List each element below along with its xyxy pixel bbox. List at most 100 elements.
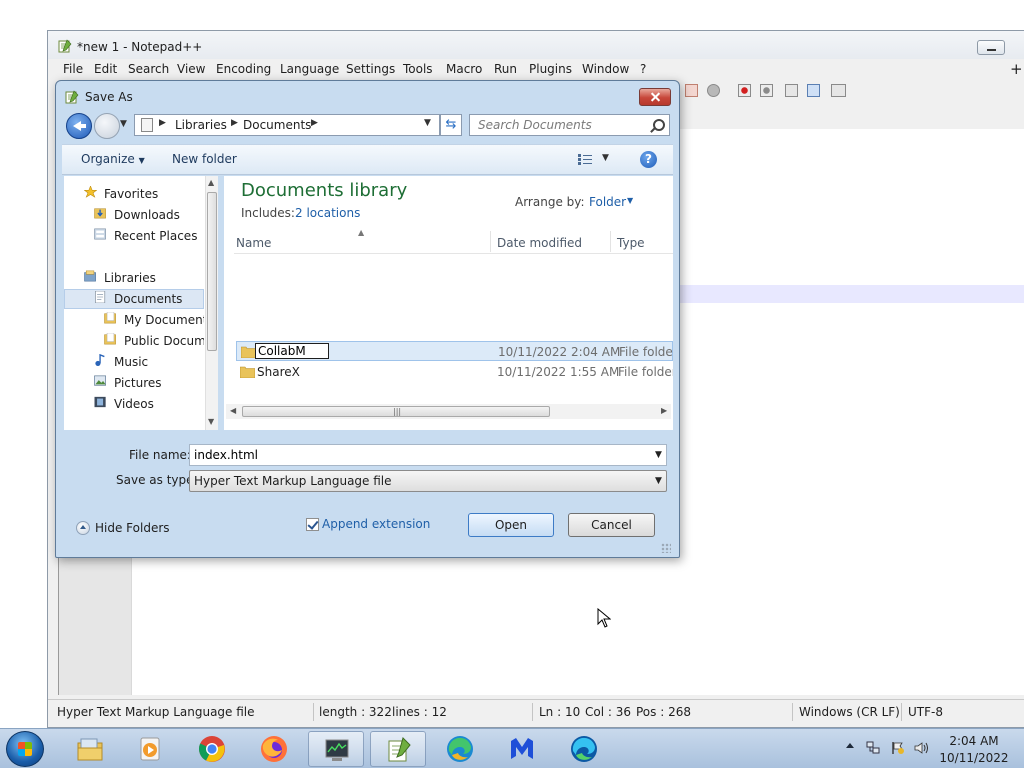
taskbar-notepad-plus-plus[interactable] xyxy=(370,731,426,767)
taskbar-edge[interactable] xyxy=(556,731,612,767)
change-view-icon[interactable] xyxy=(578,154,592,165)
menu-settings[interactable]: Settings xyxy=(346,62,395,76)
breadcrumb-arrow-icon[interactable]: ▶ xyxy=(159,118,166,128)
refresh-icon[interactable]: ⇆ xyxy=(440,114,462,136)
new-tab-plus-icon[interactable]: + xyxy=(1010,60,1023,78)
scroll-left-arrow-icon[interactable]: ◀ xyxy=(230,406,236,415)
library-locations-link[interactable]: 2 locations xyxy=(295,206,360,220)
play-macro-icon[interactable] xyxy=(785,84,798,97)
file-name-input[interactable] xyxy=(190,445,649,465)
menu-language[interactable]: Language xyxy=(280,62,339,76)
save-macro-icon[interactable] xyxy=(831,84,846,97)
stop-macro-icon[interactable] xyxy=(760,84,773,97)
menu-plugins[interactable]: Plugins xyxy=(529,62,572,76)
menu-file[interactable]: File xyxy=(63,62,83,76)
file-row-collabm[interactable]: 10/11/2022 2:04 AM File folder xyxy=(236,341,673,361)
nav-item-pictures[interactable]: Pictures xyxy=(114,376,162,390)
arrange-by-chevron-down-icon[interactable]: ▼ xyxy=(627,196,633,205)
column-header-type[interactable]: Type xyxy=(617,236,645,250)
organize-button[interactable]: Organize ▼ xyxy=(81,152,145,166)
close-button[interactable] xyxy=(639,88,671,106)
nav-item-downloads[interactable]: Downloads xyxy=(114,208,180,222)
cancel-button[interactable]: Cancel xyxy=(568,513,655,537)
taskbar-media-player[interactable] xyxy=(122,731,178,767)
nav-item-my-documents[interactable]: My Documents xyxy=(124,313,204,327)
menu-macro[interactable]: Macro xyxy=(446,62,482,76)
search-icon[interactable] xyxy=(653,119,665,131)
scroll-up-arrow-icon[interactable]: ▲ xyxy=(208,178,214,187)
taskbar-edge-canary[interactable] xyxy=(432,731,488,767)
back-button[interactable] xyxy=(66,113,92,139)
breadcrumb-arrow-icon[interactable]: ▶ xyxy=(311,118,318,128)
scrollbar-thumb[interactable]: ||| xyxy=(242,406,550,417)
scroll-right-arrow-icon[interactable]: ▶ xyxy=(661,406,667,415)
nav-item-recent-places[interactable]: Recent Places xyxy=(114,229,197,243)
clock-time[interactable]: 2:04 AM xyxy=(944,734,1004,748)
column-header-name[interactable]: Name xyxy=(236,236,271,250)
breadcrumb-arrow-icon[interactable]: ▶ xyxy=(231,118,238,128)
taskbar-task-manager[interactable] xyxy=(308,731,364,767)
menu-run[interactable]: Run xyxy=(494,62,517,76)
hide-folders-button[interactable]: Hide Folders xyxy=(95,521,170,535)
address-bar[interactable]: ▶ Libraries ▶ Documents ▶ xyxy=(134,114,440,136)
menu-search[interactable]: Search xyxy=(128,62,169,76)
scroll-down-arrow-icon[interactable]: ▼ xyxy=(208,417,214,426)
start-button[interactable] xyxy=(6,731,44,767)
speech-bubble-icon[interactable] xyxy=(707,84,720,97)
append-extension-checkbox[interactable] xyxy=(306,518,319,531)
nav-item-videos[interactable]: Videos xyxy=(114,397,154,411)
column-separator[interactable] xyxy=(490,231,491,252)
search-input[interactable] xyxy=(470,115,658,135)
menu-help[interactable]: ? xyxy=(640,62,646,76)
recent-locations-chevron-down-icon[interactable]: ▼ xyxy=(120,119,127,129)
nav-item-music[interactable]: Music xyxy=(114,355,148,369)
file-pane-horizontal-scrollbar[interactable]: ◀ ||| ▶ xyxy=(226,404,671,419)
arrange-by-dropdown[interactable]: Folder xyxy=(589,195,626,209)
help-icon[interactable]: ? xyxy=(640,151,657,168)
file-row-sharex[interactable]: ShareX 10/11/2022 1:55 AM File folder xyxy=(236,362,673,382)
taskbar-chrome[interactable] xyxy=(184,731,240,767)
menu-tools[interactable]: Tools xyxy=(403,62,433,76)
record-macro-icon[interactable] xyxy=(738,84,751,97)
save-as-type-select[interactable]: Hyper Text Markup Language file ▼ xyxy=(189,470,667,492)
show-hidden-icons-chevron-up-icon[interactable] xyxy=(846,743,854,748)
append-extension-label[interactable]: Append extension xyxy=(322,517,430,531)
open-button[interactable]: Open xyxy=(468,513,554,537)
clock-date[interactable]: 10/11/2022 xyxy=(938,751,1010,765)
menu-view[interactable]: View xyxy=(177,62,205,76)
action-center-flag-icon[interactable] xyxy=(891,741,905,755)
view-options-chevron-down-icon[interactable]: ▼ xyxy=(602,153,609,163)
file-name-chevron-down-icon[interactable]: ▼ xyxy=(655,450,662,460)
breadcrumb-libraries[interactable]: Libraries xyxy=(175,118,227,132)
breadcrumb-documents[interactable]: Documents xyxy=(243,118,311,132)
close-all-icon[interactable] xyxy=(685,84,698,97)
forward-button[interactable] xyxy=(94,113,120,139)
taskbar: 2:04 AM 10/11/2022 xyxy=(0,728,1024,768)
minimize-button[interactable] xyxy=(977,40,1005,55)
column-header-date-modified[interactable]: Date modified xyxy=(497,236,582,250)
nav-item-public-documents[interactable]: Public Documents xyxy=(124,334,204,348)
taskbar-file-explorer[interactable] xyxy=(62,731,118,767)
network-icon[interactable] xyxy=(866,741,880,755)
npp-title-bar[interactable]: *new 1 - Notepad++ xyxy=(48,31,1024,59)
menu-window[interactable]: Window xyxy=(582,62,629,76)
address-dropdown-chevron-down-icon[interactable]: ▼ xyxy=(424,118,431,128)
new-folder-button[interactable]: New folder xyxy=(172,152,237,166)
nav-item-documents[interactable]: Documents xyxy=(114,292,182,306)
status-separator xyxy=(792,703,793,721)
taskbar-malwarebytes[interactable] xyxy=(494,731,550,767)
nav-item-favorites[interactable]: Favorites xyxy=(104,187,158,201)
hide-folders-chevron-up-icon[interactable] xyxy=(76,521,90,535)
resize-grip-icon[interactable] xyxy=(661,543,671,553)
run-macro-multiple-icon[interactable] xyxy=(807,84,820,97)
rename-folder-input[interactable] xyxy=(255,343,329,359)
taskbar-firefox[interactable] xyxy=(246,731,302,767)
dialog-title-bar[interactable]: Save As xyxy=(56,81,679,113)
volume-speaker-icon[interactable] xyxy=(914,741,928,755)
scrollbar-thumb[interactable] xyxy=(207,192,217,351)
menu-encoding[interactable]: Encoding xyxy=(216,62,271,76)
column-separator[interactable] xyxy=(610,231,611,252)
menu-edit[interactable]: Edit xyxy=(94,62,117,76)
nav-pane-scrollbar[interactable]: ▲ ▼ xyxy=(205,176,218,430)
nav-item-libraries[interactable]: Libraries xyxy=(104,271,156,285)
